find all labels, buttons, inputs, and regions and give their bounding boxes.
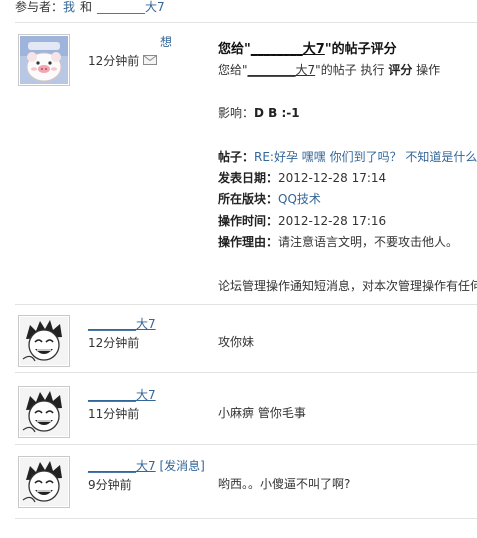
impact-line: 影响：D B :-1 (218, 104, 300, 121)
participants-label: 参与者： (15, 0, 64, 14)
forum-label: 所在版块： (218, 192, 279, 206)
optime-line: 操作时间：2012-12-28 17:16 (218, 212, 386, 229)
forum-line: 所在版块：QQ技术 (218, 190, 321, 207)
divider (15, 22, 477, 23)
pm-conversation-page: 参与者：我和 ________大7 想 12分钟前 您给"________大7"的… (0, 0, 477, 538)
notice-title-suffix: "的帖子评分 (324, 42, 397, 57)
impact-value: D B :-1 (254, 106, 300, 120)
optime-value: 2012-12-28 17:16 (278, 214, 387, 228)
message-1-time: 12分钟前 (88, 336, 140, 350)
message-2-text: 小麻痹 管你毛事 (218, 406, 306, 420)
divider (15, 518, 477, 519)
reason-value: 请注意语言文明，不要攻击他人。 (278, 235, 459, 249)
message-3-sender: ________大7 [发消息] (88, 457, 205, 474)
notice-title-name: ________大7 (250, 42, 325, 57)
message-3-time: 9分钟前 (88, 478, 132, 492)
luffy-avatar-icon (20, 458, 68, 506)
divider (15, 372, 477, 373)
divider (15, 304, 477, 305)
participants-and: 和 (80, 0, 93, 14)
message-2-sender-name[interactable]: ________大7 (88, 388, 156, 402)
send-message-link[interactable]: [发消息] (156, 459, 204, 473)
message-3-sender-name[interactable]: ________大7 (88, 459, 156, 473)
notice-title: 您给"________大7"的帖子评分 (218, 38, 397, 57)
date-line: 发表日期：2012-12-28 17:14 (218, 169, 386, 186)
forum-link[interactable]: QQ技术 (278, 192, 321, 206)
notice-title-prefix: 您给" (218, 42, 251, 57)
notice-description: 您给"________大7"的帖子 执行 评分 操作 (218, 61, 440, 78)
participants-line: 参与者：我和 ________大7 (15, 0, 165, 14)
user-avatar[interactable] (18, 386, 70, 438)
desc-name: ________大7 (247, 63, 316, 77)
user-avatar[interactable] (18, 315, 70, 367)
post-link[interactable]: RE:好孕 嘿嘿 你们到了吗？ 不知道是什么 (254, 150, 477, 164)
optime-label: 操作时间： (218, 214, 279, 228)
reason-line: 操作理由：请注意语言文明，不要攻击他人。 (218, 233, 458, 250)
message-2-sender[interactable]: ________大7 (88, 386, 156, 403)
luffy-avatar-icon (20, 317, 68, 365)
desc-action: 评分 (388, 63, 413, 77)
date-value: 2012-12-28 17:14 (278, 171, 387, 185)
user-avatar[interactable] (18, 456, 70, 508)
participant-me-link[interactable]: 我 (63, 0, 75, 14)
post-line: 帖子：RE:好孕 嘿嘿 你们到了吗？ 不知道是什么 (218, 148, 477, 165)
system-avatar[interactable] (18, 34, 70, 86)
desc-mid: "的帖子 执行 (315, 63, 389, 77)
date-label: 发表日期： (218, 171, 279, 185)
divider (15, 444, 477, 445)
reason-label: 操作理由： (218, 235, 279, 249)
participant-other-link[interactable]: ________大7 (97, 0, 165, 14)
message-1-sender[interactable]: ________大7 (88, 315, 156, 332)
message-2-time: 11分钟前 (88, 407, 140, 421)
message-1-text: 攻你妹 (218, 335, 255, 349)
pig-avatar-icon (20, 36, 68, 84)
message-1-sender-name[interactable]: ________大7 (88, 317, 156, 331)
impact-label: 影响： (218, 106, 255, 120)
desc-suffix: 操作 (412, 63, 441, 77)
luffy-avatar-icon (20, 388, 68, 436)
notice-footer: 论坛管理操作通知短消息，对本次管理操作有任何 (218, 279, 477, 293)
envelope-icon[interactable] (143, 55, 157, 65)
notice-time: 12分钟前 (88, 54, 140, 68)
desc-prefix: 您给" (218, 63, 248, 77)
think-link[interactable]: 想 (160, 33, 172, 50)
message-3-text: 哟西。。小傻逼不叫了啊? (218, 477, 351, 491)
post-label: 帖子： (218, 150, 255, 164)
